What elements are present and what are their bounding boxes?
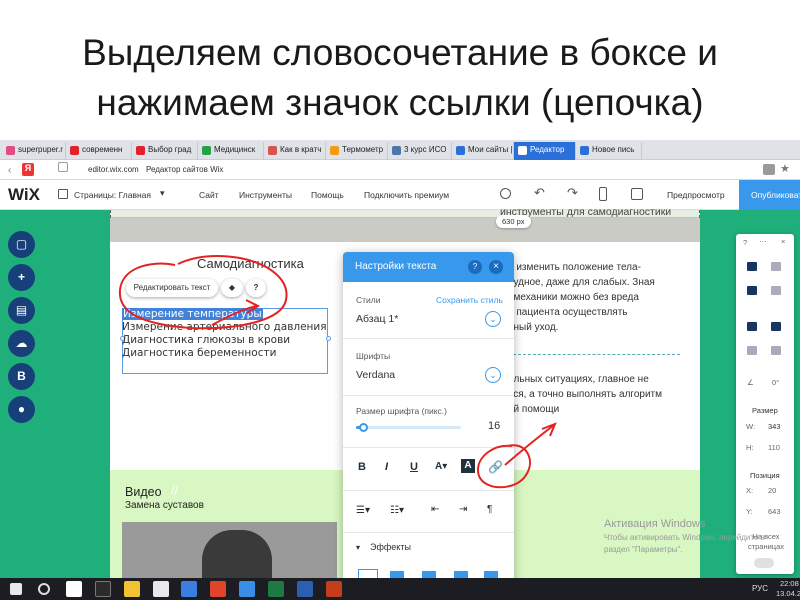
app-icon[interactable] <box>239 581 255 597</box>
app-icon[interactable] <box>210 581 226 597</box>
slide-title: Выделяем словосочетание в боксе и нажима… <box>0 28 800 128</box>
task-view-icon[interactable] <box>95 581 111 597</box>
language-indicator[interactable]: РУС <box>752 584 768 593</box>
slide-title-line-2: нажимаем значок ссылки (цепочка) <box>96 82 704 123</box>
word-icon[interactable] <box>297 581 313 597</box>
clock-date[interactable]: 13.04.20 <box>776 589 800 598</box>
search-icon[interactable] <box>38 583 50 595</box>
store-icon[interactable] <box>153 581 169 597</box>
excel-icon[interactable] <box>268 581 284 597</box>
explorer-icon[interactable] <box>124 581 140 597</box>
clock-time[interactable]: 22:08 <box>780 579 799 588</box>
red-annotations <box>118 255 557 489</box>
powerpoint-icon[interactable] <box>326 581 342 597</box>
windows-taskbar: РУС 22:08 13.04.20 <box>0 578 800 600</box>
screenshot: superpuper.r современн Выбор град Медицинск… <box>0 140 800 600</box>
yandex-browser-icon[interactable] <box>66 581 82 597</box>
windows-start-icon[interactable] <box>10 583 22 595</box>
app-icon[interactable] <box>181 581 197 597</box>
slide-title-line-1: Выделяем словосочетание в боксе и <box>82 32 718 73</box>
